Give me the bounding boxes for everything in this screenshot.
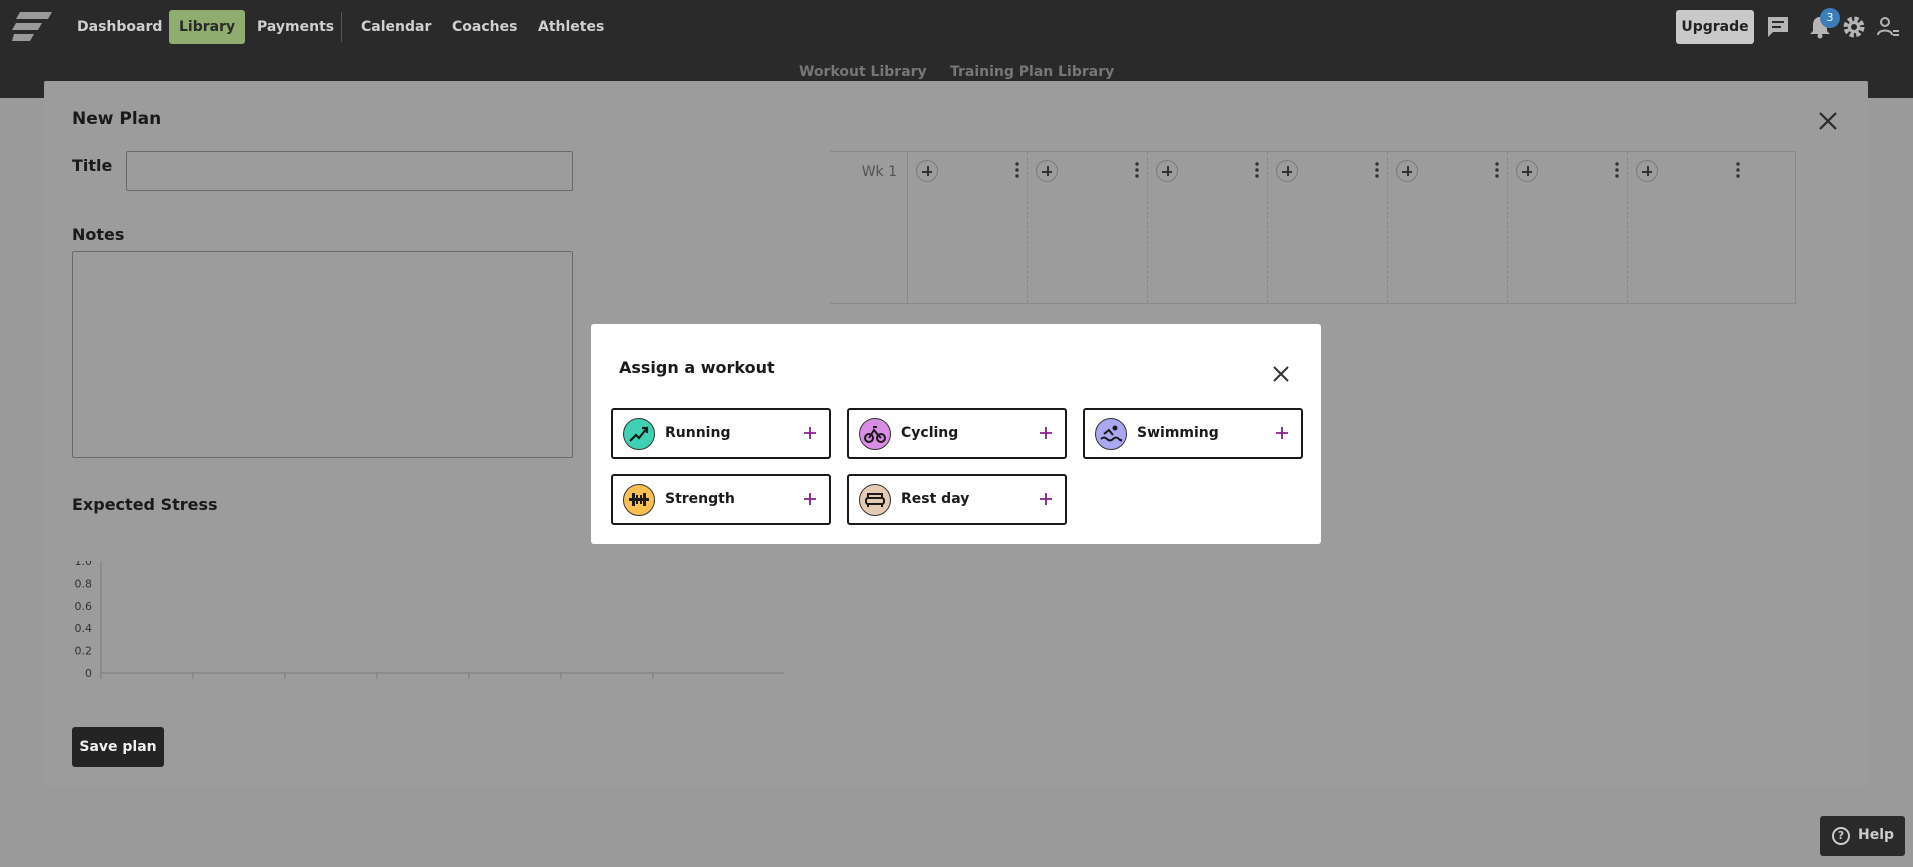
app-logo-icon[interactable] bbox=[12, 12, 52, 42]
notes-label: Notes bbox=[72, 225, 125, 244]
y-tick-label: 0.2 bbox=[75, 645, 93, 658]
help-button[interactable]: ? Help bbox=[1820, 816, 1905, 856]
expected-stress-label: Expected Stress bbox=[72, 495, 218, 514]
more-options-icon[interactable] bbox=[1495, 162, 1499, 178]
y-tick-label: 0.6 bbox=[75, 600, 93, 613]
option-label: Rest day bbox=[901, 491, 970, 507]
nav-payments[interactable]: Payments bbox=[247, 10, 344, 44]
more-options-icon[interactable] bbox=[1135, 162, 1139, 178]
close-icon[interactable] bbox=[1816, 109, 1840, 133]
y-tick-label: 0.8 bbox=[75, 577, 93, 590]
day-cell[interactable] bbox=[1628, 152, 1748, 303]
workout-option-running[interactable]: Running bbox=[611, 408, 831, 459]
add-workout-icon[interactable] bbox=[1516, 160, 1538, 182]
day-cell[interactable] bbox=[1148, 152, 1268, 303]
option-label: Swimming bbox=[1137, 425, 1219, 441]
day-cell[interactable] bbox=[908, 152, 1028, 303]
day-cell[interactable] bbox=[1388, 152, 1508, 303]
day-cell[interactable] bbox=[1028, 152, 1148, 303]
plus-icon[interactable] bbox=[803, 426, 817, 440]
day-cell[interactable] bbox=[1508, 152, 1628, 303]
week-grid: Wk 1 bbox=[830, 151, 1796, 304]
strength-icon bbox=[623, 484, 655, 516]
help-label: Help bbox=[1858, 827, 1895, 843]
workout-option-strength[interactable]: Strength bbox=[611, 474, 831, 525]
add-workout-icon[interactable] bbox=[1396, 160, 1418, 182]
close-icon[interactable] bbox=[1271, 364, 1291, 384]
plus-icon[interactable] bbox=[803, 492, 817, 506]
help-question-icon: ? bbox=[1832, 827, 1850, 845]
nav-calendar[interactable]: Calendar bbox=[351, 10, 441, 44]
add-workout-icon[interactable] bbox=[1636, 160, 1658, 182]
day-cell[interactable] bbox=[1268, 152, 1388, 303]
add-workout-icon[interactable] bbox=[1036, 160, 1058, 182]
account-user-icon[interactable] bbox=[1875, 14, 1901, 40]
plus-icon[interactable] bbox=[1039, 426, 1053, 440]
plan-modal-title: New Plan bbox=[72, 109, 162, 129]
workout-option-swimming[interactable]: Swimming bbox=[1083, 408, 1303, 459]
option-label: Strength bbox=[665, 491, 735, 507]
messages-icon[interactable] bbox=[1765, 14, 1791, 40]
y-tick-label: 0.4 bbox=[75, 622, 93, 635]
nav-dashboard[interactable]: Dashboard bbox=[67, 10, 172, 44]
notes-textarea[interactable] bbox=[72, 251, 573, 458]
nav-coaches[interactable]: Coaches bbox=[442, 10, 527, 44]
nav-library[interactable]: Library bbox=[169, 10, 246, 44]
y-tick-label: 0 bbox=[85, 667, 92, 680]
workout-option-rest-day[interactable]: Rest day bbox=[847, 474, 1067, 525]
more-options-icon[interactable] bbox=[1255, 162, 1259, 178]
plus-icon[interactable] bbox=[1039, 492, 1053, 506]
more-options-icon[interactable] bbox=[1375, 162, 1379, 178]
workout-option-cycling[interactable]: Cycling bbox=[847, 408, 1067, 459]
assign-workout-modal: Assign a workout Running Cycling Swimmin… bbox=[591, 324, 1321, 544]
add-workout-icon[interactable] bbox=[916, 160, 938, 182]
more-options-icon[interactable] bbox=[1615, 162, 1619, 178]
running-icon bbox=[623, 418, 655, 450]
tab-training-plan-library[interactable]: Training Plan Library bbox=[950, 64, 1114, 80]
rest-day-icon bbox=[859, 484, 891, 516]
nav-divider bbox=[341, 12, 342, 42]
title-input[interactable] bbox=[126, 151, 573, 191]
cycling-icon bbox=[859, 418, 891, 450]
add-workout-icon[interactable] bbox=[1276, 160, 1298, 182]
tab-workout-library[interactable]: Workout Library bbox=[799, 64, 927, 80]
title-label: Title bbox=[72, 156, 113, 175]
plus-icon[interactable] bbox=[1275, 426, 1289, 440]
notification-count-badge: 3 bbox=[1820, 8, 1840, 28]
more-options-icon[interactable] bbox=[1736, 162, 1740, 178]
swimming-icon bbox=[1095, 418, 1127, 450]
assign-workout-title: Assign a workout bbox=[619, 358, 775, 377]
settings-gear-icon[interactable] bbox=[1841, 14, 1867, 40]
expected-stress-chart: 1.0 0.8 0.6 0.4 0.2 0 bbox=[75, 561, 784, 680]
add-workout-icon[interactable] bbox=[1156, 160, 1178, 182]
option-label: Running bbox=[665, 425, 731, 441]
option-label: Cycling bbox=[901, 425, 959, 441]
y-tick-label: 1.0 bbox=[75, 561, 93, 568]
more-options-icon[interactable] bbox=[1015, 162, 1019, 178]
upgrade-button[interactable]: Upgrade bbox=[1676, 10, 1754, 44]
save-plan-button[interactable]: Save plan bbox=[72, 727, 164, 767]
week-label: Wk 1 bbox=[830, 152, 908, 303]
nav-athletes[interactable]: Athletes bbox=[528, 10, 614, 44]
